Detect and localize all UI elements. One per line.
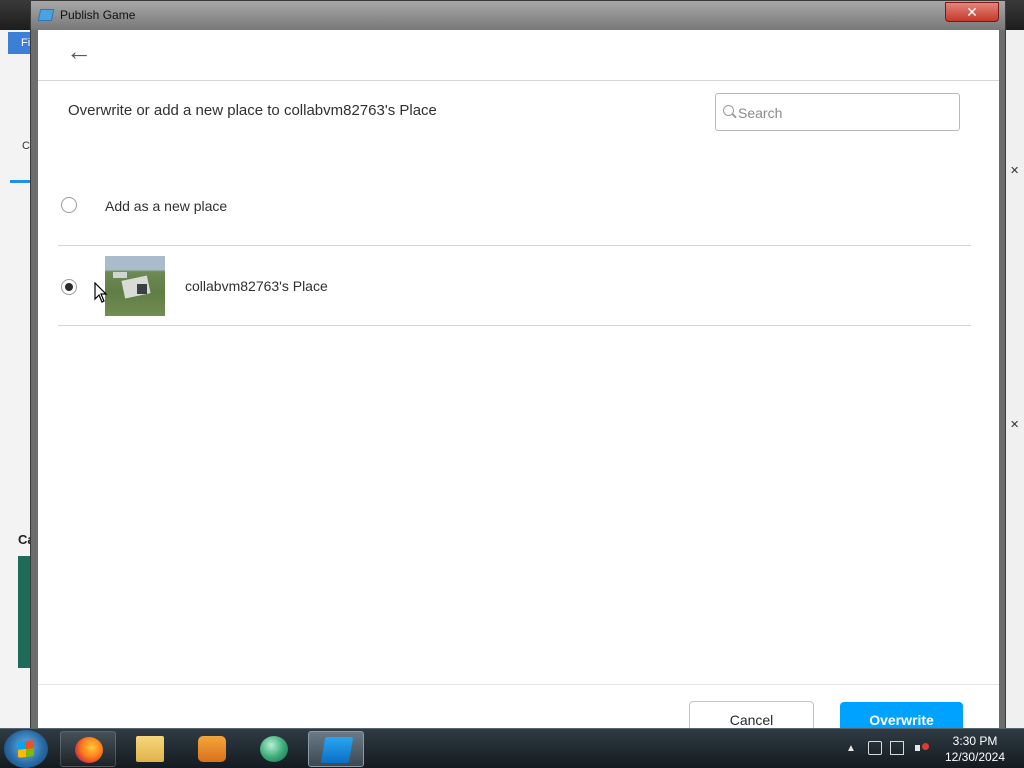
folder-icon [136,736,164,762]
thumbnail-sky [105,256,165,270]
dialog-titlebar[interactable]: Publish Game ✕ [31,1,1005,30]
page-title: Overwrite or add a new place to collabvm… [68,102,437,119]
action-center-flag-icon[interactable] [890,741,904,755]
clock-time: 3:30 PM [952,734,998,748]
network-icon[interactable] [868,741,882,755]
window-close-button[interactable]: ✕ [945,2,999,22]
taskbar-item-roblox-studio[interactable] [308,731,364,767]
start-button[interactable] [4,730,48,768]
search-input[interactable] [738,102,948,124]
row-divider [58,245,971,246]
roblox-studio-icon [320,737,354,763]
footer-divider [38,684,999,685]
thumbnail-object [137,284,147,294]
thumbnail-object [113,272,127,278]
globe-icon [260,736,288,762]
taskbar-item-globe[interactable] [246,731,302,767]
search-icon [723,105,734,116]
clock-date: 12/30/2024 [944,750,1006,764]
row-divider [58,325,971,326]
dialog-content: ← Overwrite or add a new place to collab… [38,30,999,731]
close-icon[interactable]: ✕ [1010,418,1019,431]
cancel-button[interactable]: Cancel [689,701,814,731]
publish-game-dialog: Publish Game ✕ ← Overwrite or add a new … [30,0,1006,732]
place-thumbnail [105,256,165,316]
firefox-icon [75,737,103,763]
radio-existing-place[interactable] [61,279,77,295]
taskbar-item-explorer[interactable] [122,731,178,767]
roblox-studio-icon [37,9,55,21]
dialog-title: Publish Game [60,8,136,22]
clock[interactable]: 3:30 PM 12/30/2024 [940,733,1010,765]
close-icon[interactable]: ✕ [1010,164,1019,177]
radio-add-new-place[interactable] [61,197,77,213]
windows-logo-icon [18,740,34,758]
system-tray: ▲ 3:30 PM 12/30/2024 [846,729,1024,768]
option-label-add-new-place: Add as a new place [105,198,228,214]
taskbar-item-firefox[interactable] [60,731,116,767]
taskbar: ▲ 3:30 PM 12/30/2024 [0,728,1024,768]
overwrite-button[interactable]: Overwrite [840,702,963,731]
volume-muted-icon[interactable] [914,741,929,755]
background-panel-label: C [22,140,30,152]
header-divider [38,80,999,81]
mouse-cursor-icon [94,282,108,303]
show-hidden-icons-icon[interactable]: ▲ [846,743,856,754]
background-right-panel: ✕ ✕ [1004,30,1024,730]
option-label-existing-place: collabvm82763's Place [185,278,328,294]
search-box[interactable] [715,93,960,131]
taskbar-item-media-player[interactable] [184,731,240,767]
back-arrow-icon[interactable]: ← [66,38,92,64]
media-player-icon [198,736,226,762]
